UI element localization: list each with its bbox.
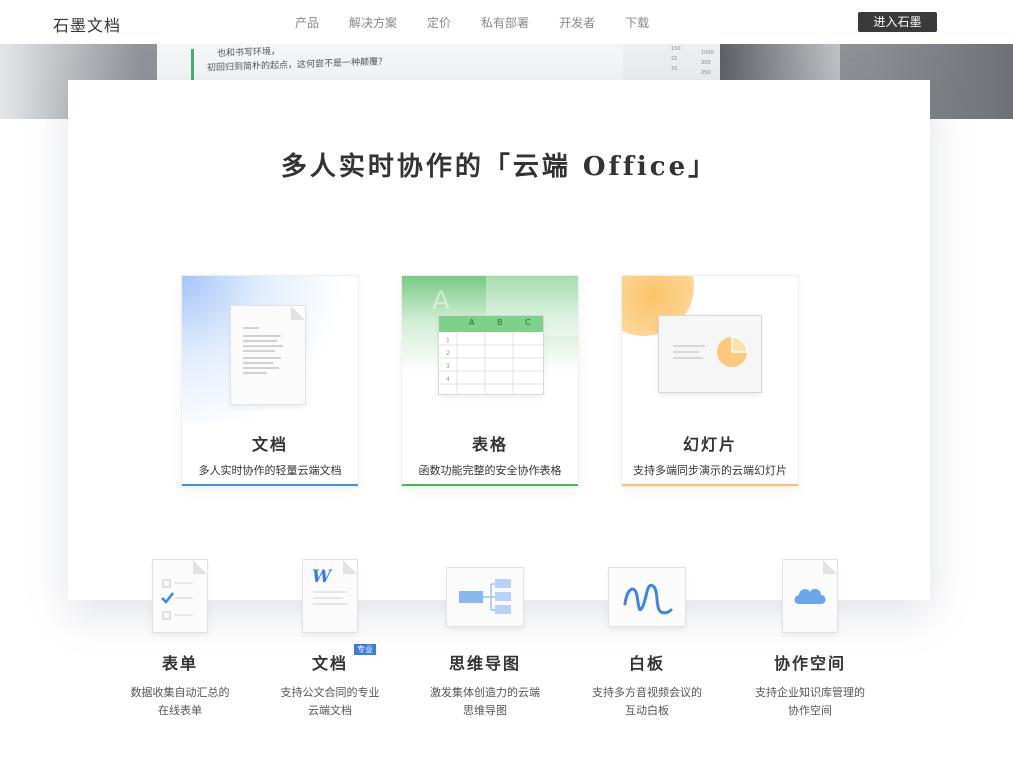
- hero-sheet-cell: 250: [701, 70, 711, 76]
- feature-desc-line: 思维导图: [463, 704, 507, 717]
- product-name: 表格: [471, 435, 508, 454]
- pro-badge: 专业: [354, 644, 376, 655]
- hero-text-line: 也和书写环境，: [217, 46, 281, 60]
- product-accent-line: [402, 484, 578, 486]
- hero-sheet-cell: 350: [701, 60, 711, 66]
- product-tile-doc[interactable]: 文档 多人实时协作的轻量云端文档: [182, 276, 358, 486]
- whiteboard-icon: [609, 560, 685, 636]
- mindmap-icon: [447, 560, 523, 636]
- feature-desc-line: 支持公文合同的专业: [280, 686, 380, 699]
- feature-pro-doc[interactable]: W 文档 专业 支持公文合同的专业 云端文档: [255, 560, 405, 720]
- brand-logo[interactable]: 石墨文档: [53, 12, 121, 36]
- feature-name: 思维导图: [448, 654, 521, 673]
- nav-link-products[interactable]: 产品: [295, 14, 319, 31]
- feature-desc-line: 协作空间: [788, 704, 832, 717]
- office-suite-card: 多人实时协作的「云端 Office」 文档 多人实时协作的轻量云端文档 A A …: [68, 80, 930, 600]
- nav-link-solutions[interactable]: 解决方案: [349, 14, 397, 31]
- product-tile-slides[interactable]: 幻灯片 支持多端同步演示的云端幻灯片: [622, 276, 798, 486]
- feature-name: 文档 专业: [311, 644, 376, 674]
- feature-name: 白板: [628, 654, 665, 673]
- doc-illustration: [182, 276, 358, 424]
- feature-desc-line: 数据收集自动汇总的: [130, 686, 230, 699]
- top-nav: 石墨文档 产品 解决方案 定价 私有部署 开发者 下载 进入石墨: [0, 0, 1013, 44]
- hero-sheet-cell: 150: [671, 46, 681, 52]
- slides-illustration: [622, 276, 798, 424]
- feature-desc: 支持多方音视频会议的 互动白板: [572, 684, 722, 720]
- product-desc: 函数功能完整的安全协作表格: [418, 464, 562, 477]
- spreadsheet-icon: A B C 1 2 3 4: [439, 316, 543, 394]
- feature-desc-line: 支持企业知识库管理的: [755, 686, 865, 699]
- feature-name: 表单: [161, 654, 198, 673]
- word-doc-icon: W: [292, 560, 368, 636]
- feature-mindmap[interactable]: 思维导图 激发集体创造力的云端 思维导图: [410, 560, 560, 720]
- feature-desc-line: 支持多方音视频会议的: [592, 686, 702, 699]
- cloud-icon: [772, 560, 848, 636]
- product-name: 幻灯片: [682, 435, 737, 454]
- feature-desc-line: 云端文档: [308, 704, 352, 717]
- presentation-slide-icon: [659, 316, 761, 392]
- product-desc: 支持多端同步演示的云端幻灯片: [633, 464, 787, 477]
- nav-links: 产品 解决方案 定价 私有部署 开发者 下载: [295, 14, 679, 31]
- nav-link-pricing[interactable]: 定价: [427, 14, 451, 31]
- section-title: 多人实时协作的「云端 Office」: [280, 152, 718, 182]
- product-name: 文档: [251, 435, 288, 454]
- feature-name: 协作空间: [773, 654, 846, 673]
- hero-sheet-cell: 1000: [701, 50, 714, 56]
- form-icon: [142, 560, 218, 636]
- feature-whiteboard[interactable]: 白板 支持多方音视频会议的 互动白板: [572, 560, 722, 720]
- nav-link-developers[interactable]: 开发者: [559, 14, 595, 31]
- feature-desc-line: 互动白板: [625, 704, 669, 717]
- product-desc: 多人实时协作的轻量云端文档: [198, 464, 342, 477]
- sheet-illustration: A A B C 1 2 3 4: [402, 276, 578, 424]
- feature-desc: 支持企业知识库管理的 协作空间: [735, 684, 885, 720]
- feature-desc-line: 在线表单: [158, 704, 202, 717]
- feature-desc: 数据收集自动汇总的 在线表单: [105, 684, 255, 720]
- nav-link-download[interactable]: 下载: [625, 14, 649, 31]
- nav-link-private-deploy[interactable]: 私有部署: [481, 14, 529, 31]
- product-tile-sheet[interactable]: A A B C 1 2 3 4 表格 函数功能完整的安全协作表格: [402, 276, 578, 486]
- sheet-corner-letter: A: [432, 286, 450, 316]
- feature-workspace[interactable]: 协作空间 支持企业知识库管理的 协作空间: [735, 560, 885, 720]
- feature-name-text: 文档: [311, 654, 348, 673]
- enter-app-button[interactable]: 进入石墨: [858, 12, 937, 32]
- document-page-icon: [231, 306, 305, 404]
- hero-sheet-cell: 33: [671, 66, 678, 72]
- hero-sheet-cell: 22: [671, 56, 678, 62]
- feature-desc: 激发集体创造力的云端 思维导图: [410, 684, 560, 720]
- feature-desc: 支持公文合同的专业 云端文档: [255, 684, 405, 720]
- feature-desc-line: 激发集体创造力的云端: [430, 686, 540, 699]
- product-accent-line: [622, 484, 798, 486]
- feature-form[interactable]: 表单 数据收集自动汇总的 在线表单: [105, 560, 255, 720]
- product-accent-line: [182, 484, 358, 486]
